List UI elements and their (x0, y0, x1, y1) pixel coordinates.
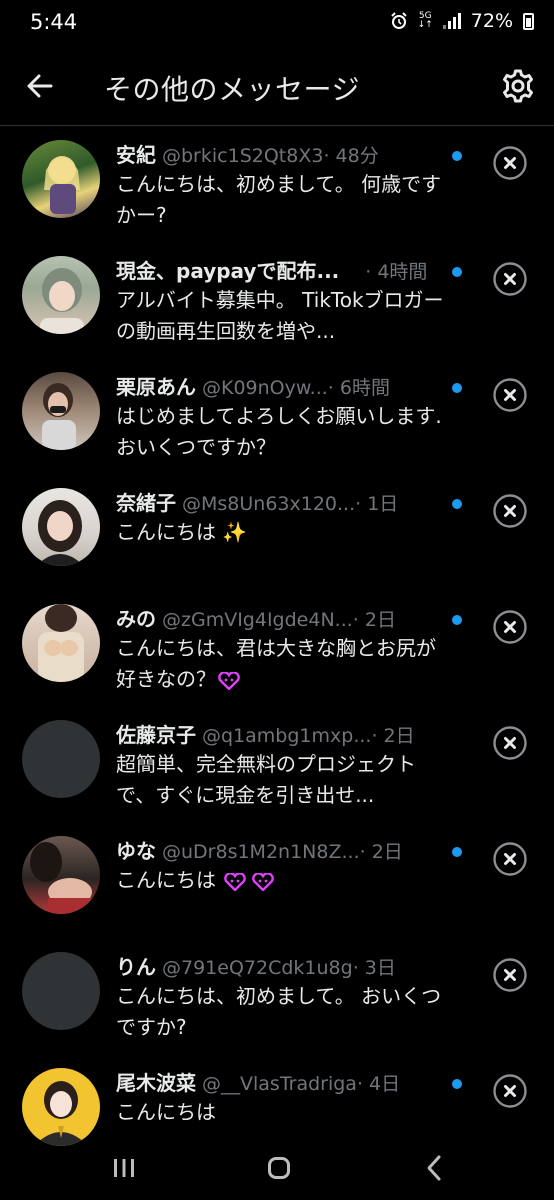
message-preview: はじめましてよろしくお願いします.おいくつですか？ (116, 404, 442, 459)
sender-handle: @brkic1S2Qt8X3 (162, 145, 324, 167)
sender-name: みの (116, 607, 156, 631)
conversation-content: 現金、paypayで配布... · 4時間 アルバイト募集中。 TikTokブロ… (116, 255, 448, 347)
sender-name: ゆな (116, 839, 156, 863)
message-time: · 2日 (359, 841, 403, 863)
alarm-icon (390, 12, 407, 29)
avatar[interactable] (22, 952, 100, 1030)
conversation-content: りん @791eQ72Cdk1u8g · 3日 こんにちは、初めまして。 おいく… (116, 951, 448, 1043)
conversation-row[interactable]: 佐藤京子 @q1ambg1mxp... · 2日 超簡単、完全無料のプロジェクト… (0, 707, 554, 823)
sender-handle: @Ms8Un63x120... (182, 493, 356, 515)
message-preview: こんにちは、初めまして。 おいくつですか? (116, 984, 442, 1039)
avatar[interactable] (22, 836, 100, 914)
unread-dot (452, 383, 462, 393)
conversation-content: 安紀 @brkic1S2Qt8X3 · 48分 こんにちは、初めまして。 何歳で… (116, 139, 448, 231)
message-time: · 48分 (323, 145, 379, 167)
battery-percent: 72% (470, 10, 513, 32)
message-time: · 4時間 (365, 261, 428, 283)
conversation-content: 奈緒子 @Ms8Un63x120... · 1日 こんにちは ✨ (116, 487, 448, 548)
conversation-content: みの @zGmVIg4Igde4N... · 2日 こんにちは、君は大きな胸とお… (116, 603, 448, 695)
message-time: · 6時間 (327, 377, 390, 399)
unread-dot (452, 615, 462, 625)
sender-name: 奈緒子 (116, 491, 176, 515)
message-time: · 2日 (371, 725, 415, 747)
message-preview: こんにちは、君は大きな胸とお尻が好きなの？ (116, 636, 436, 691)
conversation-list: 安紀 @brkic1S2Qt8X3 · 48分 こんにちは、初めまして。 何歳で… (0, 127, 554, 1171)
avatar[interactable] (22, 720, 100, 798)
sender-name: 安紀 (116, 143, 156, 167)
message-time: · 2日 (352, 609, 396, 631)
conversation-content: 尾木波菜 @__VlasTradriga · 4日 こんにちは (116, 1067, 448, 1128)
close-circle-icon[interactable] (492, 609, 528, 645)
conversation-row[interactable]: ゆな @uDr8s1M2n1N8Z... · 2日 こんにちは (0, 823, 554, 939)
unread-dot (452, 151, 462, 161)
status-time: 5:44 (30, 10, 78, 34)
sender-handle: @K09nOyw... (202, 377, 328, 399)
network-indicator: 5G ↓↑ (417, 11, 433, 30)
header: その他のメッセージ (0, 46, 554, 126)
heart-emoji-icon (252, 872, 274, 891)
unread-dot (452, 267, 462, 277)
unread-dot (452, 1079, 462, 1089)
sender-handle: @791eQ72Cdk1u8g (162, 957, 353, 979)
close-circle-icon[interactable] (492, 493, 528, 529)
close-circle-icon[interactable] (492, 261, 528, 297)
conversation-row[interactable]: 奈緒子 @Ms8Un63x120... · 1日 こんにちは ✨ (0, 475, 554, 591)
avatar[interactable] (22, 604, 100, 682)
home-icon[interactable] (268, 1157, 290, 1179)
sender-handle: @zGmVIg4Igde4N... (162, 609, 353, 631)
conversation-content: 佐藤京子 @q1ambg1mxp... · 2日 超簡単、完全無料のプロジェクト… (116, 719, 448, 811)
heart-emoji-icon (218, 671, 240, 690)
conversation-row[interactable]: りん @791eQ72Cdk1u8g · 3日 こんにちは、初めまして。 おいく… (0, 939, 554, 1055)
sender-handle: @q1ambg1mxp... (202, 725, 372, 747)
avatar[interactable] (22, 372, 100, 450)
sender-handle: @uDr8s1M2n1N8Z... (162, 841, 360, 863)
close-circle-icon[interactable] (492, 725, 528, 761)
conversation-content: ゆな @uDr8s1M2n1N8Z... · 2日 こんにちは (116, 835, 448, 896)
back-arrow-icon[interactable] (22, 68, 58, 104)
gear-icon[interactable] (498, 66, 538, 106)
conversation-content: 栗原あん @K09nOyw... · 6時間 はじめましてよろしくお願いします.… (116, 371, 448, 463)
back-chevron-icon[interactable] (424, 1154, 444, 1182)
close-circle-icon[interactable] (492, 145, 528, 181)
message-time: · 3日 (352, 957, 396, 979)
close-circle-icon[interactable] (492, 957, 528, 993)
message-time: · 4日 (356, 1073, 401, 1095)
message-preview: こんにちは (116, 865, 448, 896)
message-preview: アルバイト募集中。 TikTokブロガーの動画再生回数を増や... (116, 288, 444, 343)
unread-dot (452, 499, 462, 509)
conversation-row[interactable]: みの @zGmVIg4Igde4N... · 2日 こんにちは、君は大きな胸とお… (0, 591, 554, 707)
avatar[interactable] (22, 256, 100, 334)
status-icons: 5G ↓↑ 72% (390, 10, 534, 32)
recent-apps-icon[interactable] (113, 1158, 135, 1178)
message-preview: 超簡単、完全無料のプロジェクトで、すぐに現金を引き出せ... (116, 752, 416, 807)
conversation-row[interactable]: 現金、paypayで配布... · 4時間 アルバイト募集中。 TikTokブロ… (0, 243, 554, 359)
battery-icon (523, 12, 534, 30)
sender-name: 現金、paypayで配布... (116, 259, 340, 283)
message-time: · 1日 (355, 493, 399, 515)
message-preview: こんにちは ✨ (116, 520, 248, 544)
message-preview: こんにちは (116, 1100, 216, 1124)
unread-dot (452, 847, 462, 857)
system-nav-bar (0, 1134, 554, 1200)
close-circle-icon[interactable] (492, 841, 528, 877)
close-circle-icon[interactable] (492, 377, 528, 413)
close-circle-icon[interactable] (492, 1073, 528, 1109)
signal-icon (442, 13, 461, 29)
sender-name: 尾木波菜 (116, 1071, 196, 1095)
sender-name: 栗原あん (116, 375, 196, 399)
sender-name: りん (116, 955, 156, 979)
page-title: その他のメッセージ (104, 73, 360, 106)
heart-emoji-icon (224, 872, 246, 891)
sender-handle: @__VlasTradriga (202, 1073, 357, 1095)
sender-name: 佐藤京子 (116, 723, 196, 747)
conversation-row[interactable]: 安紀 @brkic1S2Qt8X3 · 48分 こんにちは、初めまして。 何歳で… (0, 127, 554, 243)
avatar[interactable] (22, 488, 100, 566)
avatar[interactable] (22, 140, 100, 218)
conversation-row[interactable]: 栗原あん @K09nOyw... · 6時間 はじめましてよろしくお願いします.… (0, 359, 554, 475)
message-preview: こんにちは、初めまして。 何歳ですかー? (116, 172, 442, 227)
status-bar: 5:44 5G ↓↑ 72% (0, 0, 554, 46)
